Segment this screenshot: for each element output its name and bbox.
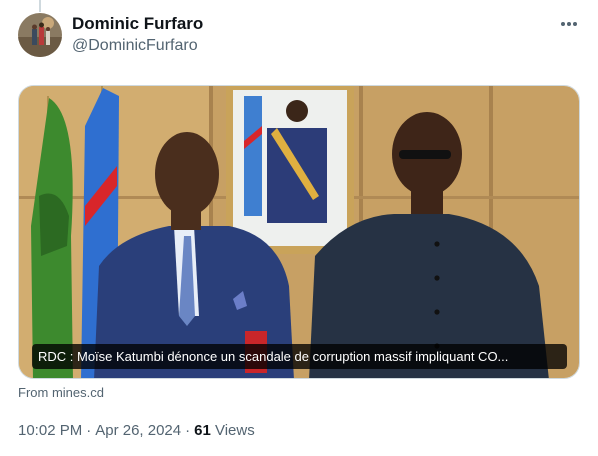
author-handle[interactable]: @DominicFurfaro [72, 35, 203, 57]
views-label: Views [214, 422, 255, 439]
more-horizontal-icon[interactable] [557, 14, 581, 34]
avatar-image [18, 13, 62, 57]
author-names: Dominic Furfaro @DominicFurfaro [72, 13, 203, 57]
author-display-name[interactable]: Dominic Furfaro [72, 13, 203, 35]
tweet-metadata: 10:02 PM · Apr 26, 2024 · 61 Views [18, 421, 255, 441]
separator: · [185, 422, 191, 439]
card-image [19, 86, 579, 378]
separator: · [86, 422, 92, 439]
tweet-time[interactable]: 10:02 PM [18, 422, 82, 439]
avatar[interactable] [18, 13, 62, 57]
card-source-link[interactable]: From mines.cd [18, 384, 104, 402]
card-caption: RDC : Moïse Katumbi dénonce un scandale … [32, 344, 567, 369]
link-preview-card[interactable]: RDC : Moïse Katumbi dénonce un scandale … [18, 85, 580, 379]
views-count: 61 [194, 422, 211, 439]
thread-connector-line [39, 0, 41, 12]
tweet-date[interactable]: Apr 26, 2024 [95, 422, 181, 439]
